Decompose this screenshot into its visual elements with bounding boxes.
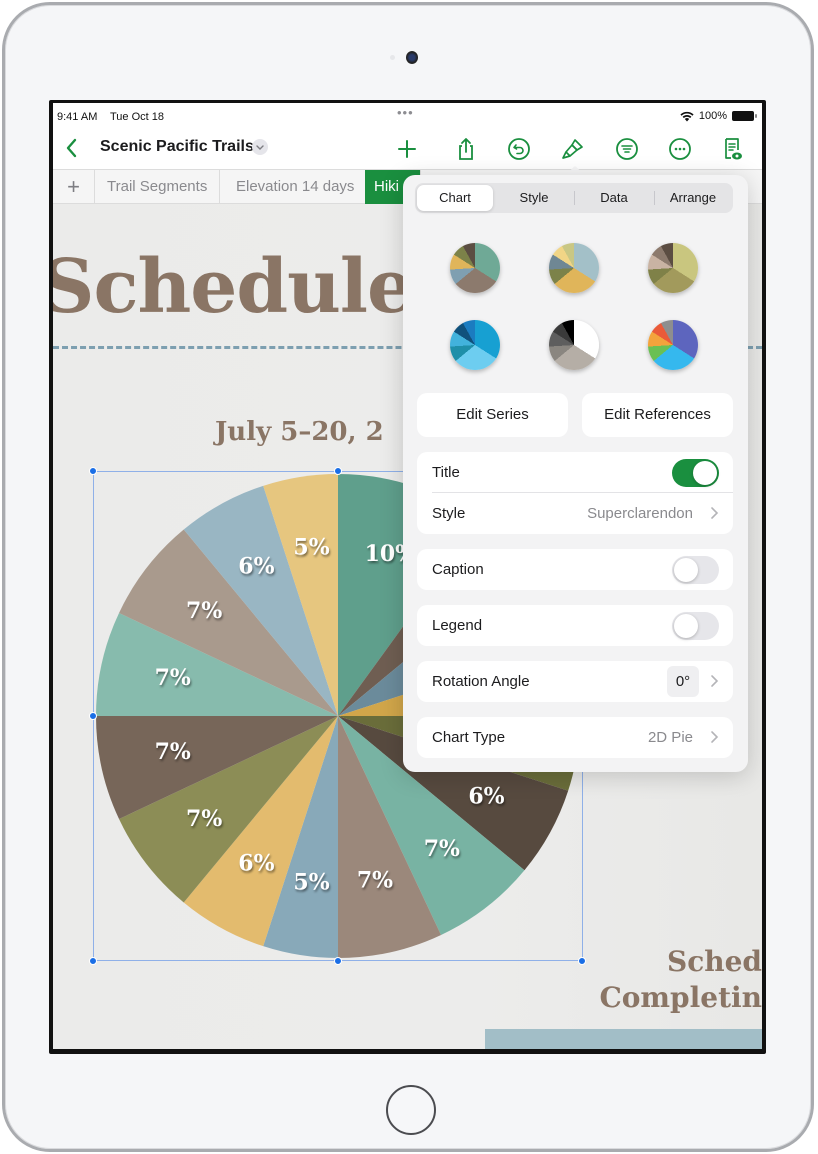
chart-style-swatch[interactable] <box>450 243 500 293</box>
rotation-group: Rotation Angle 0° <box>417 661 733 702</box>
battery-icon <box>732 111 757 121</box>
chart-style-swatch[interactable] <box>648 243 698 293</box>
rotation-angle-label: Rotation Angle <box>432 673 530 690</box>
secondary-heading[interactable]: Sched Completin <box>599 944 762 1016</box>
plus-icon[interactable] <box>394 136 420 162</box>
more-icon[interactable] <box>667 136 693 162</box>
rotation-angle-field[interactable]: 0° <box>667 666 699 697</box>
chevron-right-icon <box>711 731 719 743</box>
resize-handle-top[interactable] <box>334 467 342 475</box>
status-time: 9:41 AM <box>57 111 98 123</box>
caption-toggle[interactable] <box>672 556 719 584</box>
tab-style[interactable]: Style <box>495 185 573 211</box>
tab-data[interactable]: Data <box>575 185 653 211</box>
edit-references-button[interactable]: Edit References <box>582 393 733 437</box>
chart-style-swatch[interactable] <box>648 320 698 370</box>
style-row[interactable]: Style Superclarendon <box>417 493 733 534</box>
style-value: Superclarendon <box>587 505 693 522</box>
chart-style-swatch[interactable] <box>549 243 599 293</box>
share-icon[interactable] <box>453 136 479 162</box>
caption-row: Caption <box>417 549 733 590</box>
home-button[interactable] <box>386 1085 436 1135</box>
battery-percent: 100% <box>698 110 727 122</box>
tab-elevation[interactable]: Elevation 14 days <box>224 170 368 204</box>
resize-handle-top-left[interactable] <box>89 467 97 475</box>
secondary-heading-line2: Completin <box>599 981 762 1014</box>
document-subheading[interactable]: July 5–20, 2 <box>215 417 384 447</box>
tab-trail-segments[interactable]: Trail Segments <box>95 170 221 204</box>
filter-icon[interactable] <box>614 136 640 162</box>
resize-handle-bottom-left[interactable] <box>89 957 97 965</box>
secondary-heading-line1: Sched <box>666 945 762 978</box>
toggle-knob <box>674 614 698 638</box>
front-camera <box>406 51 418 64</box>
legend-row: Legend <box>417 605 733 646</box>
resize-handle-left[interactable] <box>89 712 97 720</box>
legend-toggle[interactable] <box>672 612 719 640</box>
toggle-knob <box>674 558 698 582</box>
add-sheet-button[interactable]: + <box>53 170 95 204</box>
chevron-down-icon[interactable] <box>252 139 268 155</box>
resize-handle-bottom[interactable] <box>334 957 342 965</box>
status-date: Tue Oct 18 <box>110 111 165 123</box>
chevron-left-icon[interactable] <box>63 137 81 159</box>
caption-group: Caption <box>417 549 733 590</box>
ambient-sensor <box>390 55 395 60</box>
chart-type-row[interactable]: Chart Type 2D Pie <box>417 717 733 758</box>
title-label: Title <box>432 464 460 481</box>
title-row: Title <box>417 452 733 493</box>
chart-type-label: Chart Type <box>432 729 506 746</box>
chart-style-swatch[interactable] <box>450 320 500 370</box>
chart-style-swatch[interactable] <box>549 320 599 370</box>
multitasking-indicator[interactable]: ••• <box>397 105 414 120</box>
app-window: 9:41 AM Tue Oct 18 ••• 100% Scenic Pacif… <box>53 103 762 1049</box>
toggle-knob <box>693 461 717 485</box>
reading-view-icon[interactable] <box>719 136 745 162</box>
wifi-icon <box>680 111 694 121</box>
resize-handle-bottom-right[interactable] <box>578 957 586 965</box>
chevron-right-icon <box>711 507 719 519</box>
document-heading[interactable]: Schedule <box>53 244 414 330</box>
undo-icon[interactable] <box>506 136 532 162</box>
rotation-angle-row[interactable]: Rotation Angle 0° <box>417 661 733 702</box>
legend-label: Legend <box>432 617 483 634</box>
chart-type-group: Chart Type 2D Pie <box>417 717 733 758</box>
title-settings-group: Title Style Superclarendon <box>417 452 733 534</box>
screen: 9:41 AM Tue Oct 18 ••• 100% Scenic Pacif… <box>49 100 766 1054</box>
format-popover: Chart Style Data Arrange Edit Series Edi… <box>403 175 748 772</box>
toolbar: Scenic Pacific Trails <box>53 129 762 169</box>
tab-arrange[interactable]: Arrange <box>655 185 731 211</box>
status-right: 100% <box>680 110 757 122</box>
status-bar: 9:41 AM Tue Oct 18 ••• 100% <box>53 103 762 129</box>
style-label: Style <box>432 505 466 522</box>
caption-label: Caption <box>432 561 484 578</box>
edit-series-button[interactable]: Edit Series <box>417 393 568 437</box>
legend-group: Legend <box>417 605 733 646</box>
document-title[interactable]: Scenic Pacific Trails <box>100 138 254 156</box>
chart-type-value: 2D Pie <box>647 729 693 746</box>
tab-chart[interactable]: Chart <box>417 185 493 211</box>
format-tabs: Chart Style Data Arrange <box>415 183 733 213</box>
chevron-right-icon <box>711 675 719 687</box>
paintbrush-icon[interactable] <box>560 136 586 162</box>
title-toggle[interactable] <box>672 459 719 487</box>
table-header-row[interactable] <box>485 1029 762 1049</box>
